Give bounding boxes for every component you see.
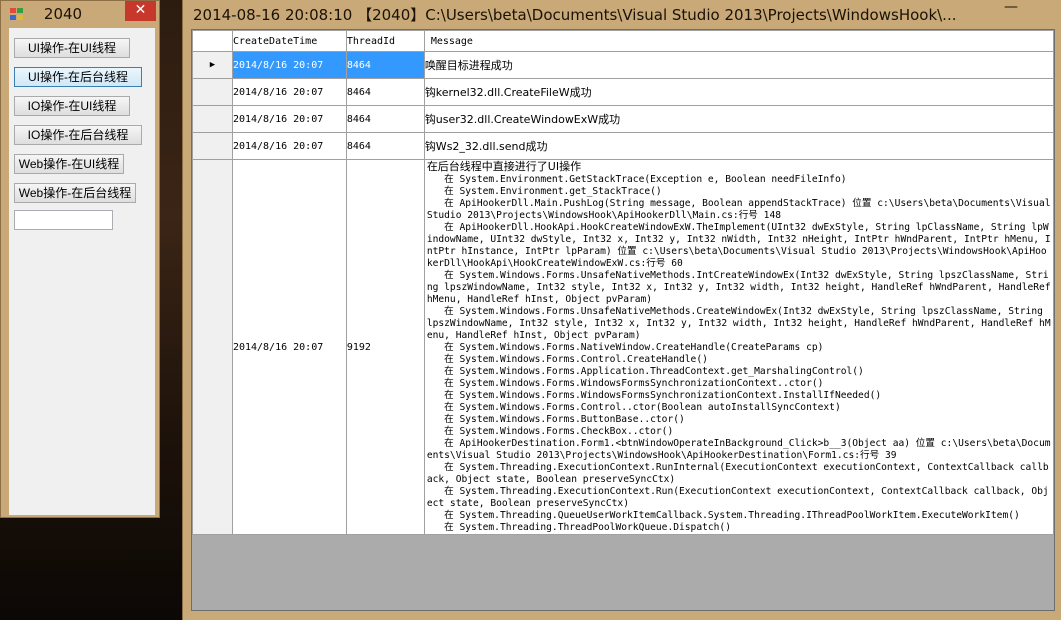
text-input[interactable]	[14, 210, 113, 230]
web-op-ui-thread-button[interactable]: Web操作-在UI线程	[14, 154, 124, 174]
cell-thread-id[interactable]: 8464	[345, 51, 425, 79]
cell-thread-id[interactable]: 8464	[345, 105, 425, 133]
cell-message[interactable]: 钩kernel32.dll.CreateFileW成功	[423, 78, 1054, 106]
main-window: 2014-08-16 20:08:10 【2040】C:\Users\beta\…	[182, 0, 1061, 620]
row-header[interactable]	[192, 105, 233, 133]
table-row[interactable]: 2014/8/16 20:07 9192 在后台线程中直接进行了UI操作 在 S…	[192, 159, 1054, 535]
row-header[interactable]	[192, 159, 233, 535]
row-header[interactable]	[192, 78, 233, 106]
minimize-icon: —	[1004, 0, 1018, 15]
stack-trace-body: 在 System.Environment.GetStackTrace(Excep…	[426, 174, 1051, 533]
cell-date[interactable]: 2014/8/16 20:07	[231, 132, 347, 160]
small-window-title: 2040	[43, 5, 83, 23]
cell-date[interactable]: 2014/8/16 20:07	[231, 78, 347, 106]
io-op-ui-thread-button[interactable]: IO操作-在UI线程	[14, 96, 130, 116]
cell-thread-id[interactable]: 9192	[345, 159, 425, 535]
row-header[interactable]: ▶	[192, 51, 233, 79]
cell-message[interactable]: 钩user32.dll.CreateWindowExW成功	[423, 105, 1054, 133]
header-row: CreateDateTime ThreadId Message	[192, 30, 1054, 52]
cell-date[interactable]: 2014/8/16 20:07	[231, 159, 347, 535]
table-row[interactable]: 2014/8/16 20:07 8464 钩user32.dll.CreateW…	[192, 105, 1054, 133]
main-window-title: 2014-08-16 20:08:10 【2040】C:\Users\beta\…	[193, 6, 957, 24]
message-first-line: 在后台线程中直接进行了UI操作	[426, 160, 582, 173]
small-window-client: UI操作-在UI线程 UI操作-在后台线程 IO操作-在UI线程 IO操作-在后…	[9, 28, 155, 515]
cell-message[interactable]: 在后台线程中直接进行了UI操作 在 System.Environment.Get…	[423, 159, 1054, 535]
ui-op-background-thread-button[interactable]: UI操作-在后台线程	[14, 67, 142, 87]
corner-header-cell[interactable]	[192, 30, 233, 52]
close-button[interactable]: ✕	[125, 1, 156, 21]
cell-thread-id[interactable]: 8464	[345, 132, 425, 160]
log-data-grid[interactable]: CreateDateTime ThreadId Message ▶ 2014/8…	[191, 29, 1055, 611]
row-header[interactable]	[192, 132, 233, 160]
small-window: 2040 ✕ UI操作-在UI线程 UI操作-在后台线程 IO操作-在UI线程 …	[0, 0, 160, 518]
web-op-background-thread-button[interactable]: Web操作-在后台线程	[14, 183, 136, 203]
cell-message[interactable]: 唤醒目标进程成功	[423, 51, 1054, 79]
column-header-threadid[interactable]: ThreadId	[345, 30, 425, 52]
current-row-arrow-icon: ▶	[209, 60, 216, 70]
column-header-createdatetime[interactable]: CreateDateTime	[231, 30, 347, 52]
ui-op-ui-thread-button[interactable]: UI操作-在UI线程	[14, 38, 130, 58]
close-icon: ✕	[134, 2, 147, 18]
stack-trace-text: 在后台线程中直接进行了UI操作 在 System.Environment.Get…	[425, 160, 1053, 534]
table-row[interactable]: ▶ 2014/8/16 20:07 8464 唤醒目标进程成功	[192, 51, 1054, 79]
cell-date[interactable]: 2014/8/16 20:07	[231, 105, 347, 133]
table-row[interactable]: 2014/8/16 20:07 8464 钩Ws2_32.dll.send成功	[192, 132, 1054, 160]
table-row[interactable]: 2014/8/16 20:07 8464 钩kernel32.dll.Creat…	[192, 78, 1054, 106]
cell-thread-id[interactable]: 8464	[345, 78, 425, 106]
small-window-titlebar[interactable]: 2040 ✕	[1, 1, 159, 27]
column-header-message[interactable]: Message	[423, 30, 1054, 52]
minimize-button[interactable]: —	[1001, 0, 1021, 16]
cell-message[interactable]: 钩Ws2_32.dll.send成功	[423, 132, 1054, 160]
cell-date[interactable]: 2014/8/16 20:07	[231, 51, 347, 79]
log-table: CreateDateTime ThreadId Message ▶ 2014/8…	[192, 30, 1054, 535]
io-op-background-thread-button[interactable]: IO操作-在后台线程	[14, 125, 142, 145]
